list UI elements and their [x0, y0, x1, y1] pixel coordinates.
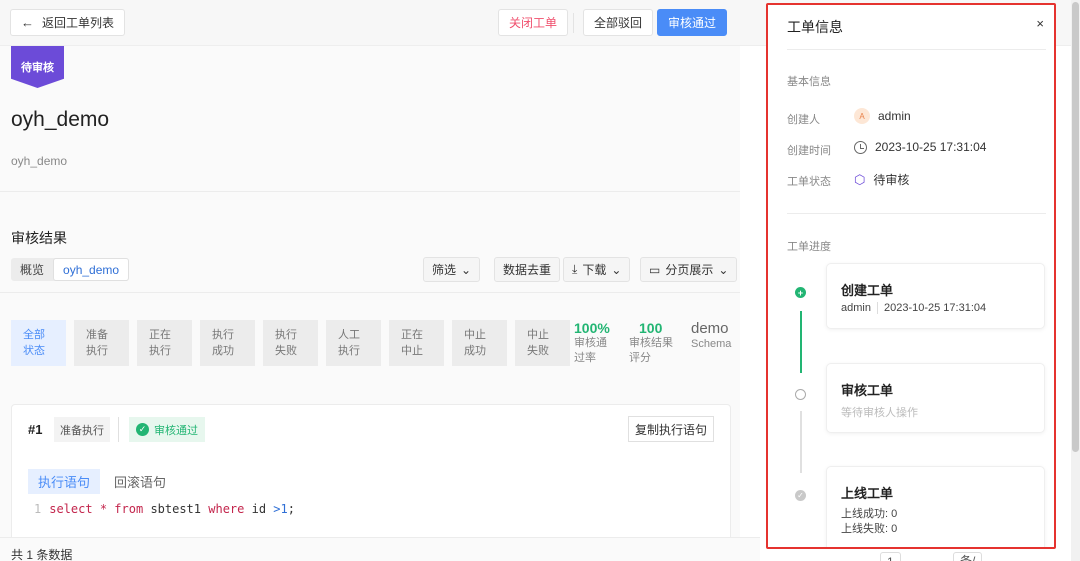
toolbar-divider: [573, 13, 574, 33]
filter-abort-success[interactable]: 中止 成功: [452, 320, 507, 366]
step-audit-note: 等待审核人操作: [841, 407, 918, 419]
table-footer: 共 1 条数据 1 20 条/页: [0, 537, 983, 561]
total-count: 共 1 条数据: [11, 548, 73, 561]
divider: [0, 292, 740, 293]
page-number[interactable]: 1: [880, 552, 901, 561]
filter-success[interactable]: 执行 成功: [200, 320, 255, 366]
step-pending-icon: ✓: [795, 490, 806, 501]
page-view-icon: ▭: [649, 262, 661, 277]
divider: [787, 213, 1046, 214]
chevron-down-icon: ⌄: [611, 262, 622, 277]
tab-exec-sql[interactable]: 执行语句: [28, 469, 101, 494]
paging-dropdown[interactable]: ▭ 分页展示 ⌄: [640, 257, 738, 282]
step-audit: 审核工单 等待审核人操作: [826, 363, 1045, 433]
close-order-button[interactable]: 关闭工单: [498, 9, 569, 36]
divider: [118, 417, 119, 442]
audit-pass-tag: ✓ 审核通过: [129, 417, 205, 442]
check-icon: ✓: [136, 423, 149, 436]
timeline-line: [800, 311, 802, 373]
page-scrollbar[interactable]: [1071, 0, 1080, 561]
filter-abort-failed[interactable]: 中止 失败: [515, 320, 570, 366]
download-dropdown[interactable]: ⤓ 下载 ⌄: [563, 257, 631, 282]
reject-all-button[interactable]: 全部驳回: [583, 9, 654, 36]
tab-overview[interactable]: 概览: [11, 258, 53, 281]
download-icon: ⤓: [572, 262, 578, 276]
dedupe-label: 数据去重: [503, 263, 552, 277]
drawer-title: 工单信息: [787, 19, 843, 35]
exec-status-tag: 准备执行: [54, 417, 110, 442]
tab-oyh-demo[interactable]: oyh_demo: [53, 258, 130, 281]
filter-running[interactable]: 正在 执行: [137, 320, 192, 366]
paging-label: 分页展示: [665, 263, 714, 277]
created-time-value: 2023-10-25 17:31:04: [854, 140, 986, 154]
sql-id: #1: [28, 422, 43, 437]
sql-code: 1 select * from sbtest1 where id >1;: [34, 502, 295, 516]
timeline-line: [800, 411, 802, 473]
creator-label: 创建人: [787, 114, 820, 126]
page-title: oyh_demo: [11, 108, 110, 131]
back-label: 返回工单列表: [42, 16, 115, 30]
page-size-select[interactable]: 20 条/页: [953, 538, 983, 561]
dedupe-button[interactable]: 数据去重: [494, 257, 561, 282]
step-create-user: admin: [841, 302, 871, 314]
score-stat: 100 审核结果 评分: [629, 320, 673, 364]
progress-heading: 工单进度: [787, 241, 831, 253]
created-time-label: 创建时间: [787, 145, 831, 157]
page-subtitle: oyh_demo: [11, 154, 68, 168]
pass-rate-stat: 100% 审核通 过率: [574, 320, 610, 364]
status-badge: 待审核: [11, 46, 64, 88]
filter-ready[interactable]: 准备 执行: [74, 320, 129, 366]
status-filters: 全部 状态 准备 执行 正在 执行 执行 成功 执行 失败 人工 执行 正在 中止 中止 成功 …: [11, 320, 570, 366]
filter-dropdown[interactable]: 筛选 ⌄: [423, 257, 481, 282]
step-create-time: 2023-10-25 17:31:04: [883, 302, 987, 314]
scrollbar-thumb[interactable]: [1072, 2, 1079, 452]
filter-failed[interactable]: 执行 失败: [263, 320, 318, 366]
filter-aborting[interactable]: 正在 中止: [389, 320, 444, 366]
filter-all-status[interactable]: 全部 状态: [11, 320, 66, 366]
chevron-down-icon: ⌄: [461, 262, 472, 277]
order-main: 待审核 oyh_demo oyh_demo 审核结果 概览 oyh_demo 筛…: [0, 46, 740, 561]
step-done-icon: +: [795, 287, 806, 298]
creator-value: A admin: [854, 108, 911, 124]
basic-info-heading: 基本信息: [787, 76, 831, 88]
copy-sql-button[interactable]: 复制执行语句: [627, 416, 714, 442]
close-icon[interactable]: ×: [1036, 16, 1044, 31]
schema-stat: demo Schema: [691, 320, 732, 350]
divider: [787, 49, 1046, 50]
audit-result-title: 审核结果: [11, 230, 67, 246]
filter-manual[interactable]: 人工 执行: [326, 320, 381, 366]
audit-tabs: 概览 oyh_demo: [11, 258, 130, 281]
chevron-down-icon: ⌄: [718, 262, 729, 277]
avatar: A: [854, 108, 870, 124]
hexagon-icon: ⬡: [854, 171, 866, 187]
step-online: 上线工单 上线成功: 0 上线失败: 0: [826, 466, 1045, 547]
filter-label: 筛选: [432, 263, 457, 277]
order-info-drawer: 工单信息 × 基本信息 创建人 A admin 创建时间 2023-10-25 …: [766, 3, 1056, 549]
tab-rollback-sql[interactable]: 回滚语句: [104, 469, 176, 494]
approve-button[interactable]: 审核通过: [657, 9, 728, 36]
step-waiting-icon: [795, 389, 806, 400]
step-create: 创建工单 admin 2023-10-25 17:31:04: [826, 263, 1045, 329]
arrow-left-icon: ←: [21, 15, 34, 30]
back-to-list-button[interactable]: ← 返回工单列表: [10, 9, 126, 36]
sql-subtabs: 执行语句 回滚语句: [28, 469, 176, 494]
divider: [0, 191, 740, 192]
order-status-value: ⬡ 待审核: [854, 171, 910, 188]
clock-icon: [854, 140, 867, 154]
online-fail-count: 上线失败: 0: [841, 523, 898, 535]
download-label: 下载: [582, 263, 607, 277]
order-status-label: 工单状态: [787, 176, 831, 188]
divider: [876, 302, 878, 314]
online-success-count: 上线成功: 0: [841, 508, 898, 520]
